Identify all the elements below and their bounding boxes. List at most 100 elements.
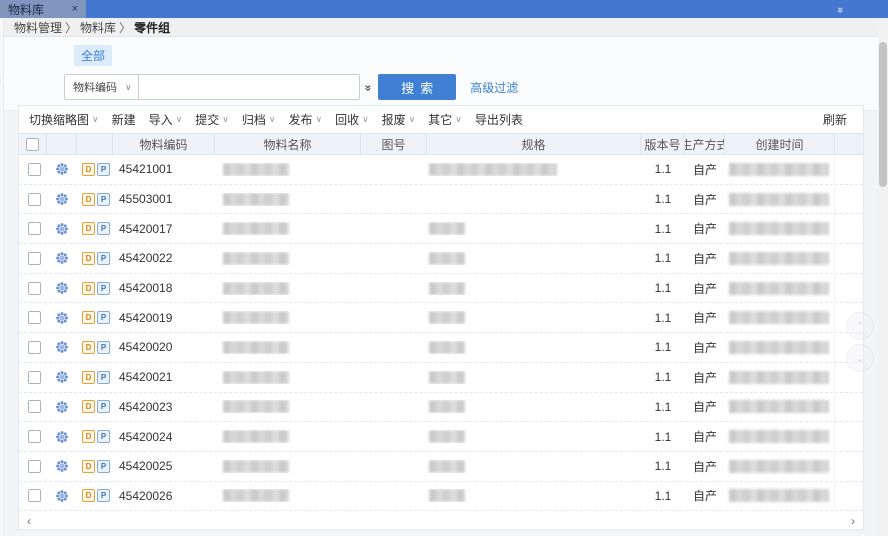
part-p-icon[interactable]: P	[97, 193, 110, 206]
breadcrumb-item-material-library[interactable]: 物料库	[80, 19, 116, 36]
table-row[interactable]: D P 45503001 1.1 自产	[19, 185, 863, 215]
table-row[interactable]: D P 45420023 1.1 自产	[19, 393, 863, 423]
column-header-material-name[interactable]: 物料名称	[215, 134, 361, 154]
advanced-filter-link[interactable]: 高级过滤	[470, 79, 518, 96]
breadcrumb-item-material-management[interactable]: 物料管理	[14, 19, 62, 36]
gear-icon[interactable]	[55, 459, 69, 473]
gear-icon[interactable]	[55, 192, 69, 206]
table-row[interactable]: D P 45420021 1.1 自产	[19, 363, 863, 393]
part-p-icon[interactable]: P	[97, 252, 110, 265]
column-header-drawing-no[interactable]: 图号	[361, 134, 427, 154]
table-row[interactable]: D P 45420019 1.1 自产	[19, 303, 863, 333]
table-row[interactable]: D P 45420018 1.1 自产	[19, 274, 863, 304]
toolbar-item-publish[interactable]: 发布 ∨	[288, 111, 322, 128]
search-expand-toggle[interactable]: »	[361, 85, 375, 90]
search-button[interactable]: 搜索	[378, 74, 456, 100]
toolbar-item-recycle[interactable]: 回收 ∨	[335, 111, 369, 128]
row-checkbox[interactable]	[28, 193, 41, 206]
toolbar-item-archive[interactable]: 归档 ∨	[242, 111, 276, 128]
horizontal-scrollbar[interactable]: ‹ ›	[19, 514, 863, 527]
part-p-icon[interactable]: P	[97, 311, 110, 324]
column-header-material-code[interactable]: 物料编码	[113, 134, 215, 154]
part-p-icon[interactable]: P	[97, 489, 110, 502]
scope-chip-all[interactable]: 全部	[74, 45, 112, 66]
document-d-icon[interactable]: D	[82, 400, 95, 413]
gear-icon[interactable]	[55, 400, 69, 414]
document-d-icon[interactable]: D	[82, 341, 95, 354]
vertical-scrollbar[interactable]	[878, 18, 888, 536]
part-p-icon[interactable]: P	[97, 400, 110, 413]
gear-icon[interactable]	[55, 162, 69, 176]
tabbar-collapse-button[interactable]: »	[838, 0, 842, 18]
document-d-icon[interactable]: D	[82, 489, 95, 502]
row-checkbox[interactable]	[28, 222, 41, 235]
toolbar-item-submit[interactable]: 提交 ∨	[195, 111, 229, 128]
row-checkbox[interactable]	[28, 252, 41, 265]
document-d-icon[interactable]: D	[82, 222, 95, 235]
part-p-icon[interactable]: P	[97, 163, 110, 176]
document-d-icon[interactable]: D	[82, 371, 95, 384]
gear-icon[interactable]	[55, 430, 69, 444]
table-row[interactable]: D P 45420020 1.1 自产	[19, 333, 863, 363]
row-checkbox[interactable]	[28, 341, 41, 354]
scroll-right-arrow-icon[interactable]: ›	[847, 515, 859, 527]
table-row[interactable]: D P 45421001 1.1 自产	[19, 155, 863, 185]
search-input[interactable]	[138, 74, 360, 100]
row-checkbox[interactable]	[28, 489, 41, 502]
gear-icon[interactable]	[55, 311, 69, 325]
toolbar-item-export-list[interactable]: 导出列表	[475, 111, 523, 128]
float-button-top[interactable]: ⌃	[846, 312, 874, 340]
search-field-select[interactable]: 物料编码 ∨	[64, 74, 138, 100]
part-p-icon[interactable]: P	[97, 460, 110, 473]
part-p-icon[interactable]: P	[97, 341, 110, 354]
document-d-icon[interactable]: D	[82, 252, 95, 265]
row-checkbox[interactable]	[28, 430, 41, 443]
toolbar-item-toggle-thumbnail[interactable]: 切换缩略图 ∨	[29, 111, 99, 128]
toolbar-item-other[interactable]: 其它 ∨	[428, 111, 462, 128]
toolbar-item-scrap[interactable]: 报废 ∨	[382, 111, 416, 128]
select-all-checkbox[interactable]	[26, 138, 39, 151]
refresh-button[interactable]: 刷新	[823, 111, 847, 128]
part-p-icon[interactable]: P	[97, 430, 110, 443]
scroll-left-arrow-icon[interactable]: ‹	[23, 515, 35, 527]
toolbar-item-new[interactable]: 新建	[112, 111, 136, 128]
toolbar-item-import[interactable]: 导入 ∨	[149, 111, 183, 128]
column-header-specification[interactable]: 规格	[427, 134, 641, 154]
row-checkbox[interactable]	[28, 311, 41, 324]
gear-icon[interactable]	[55, 340, 69, 354]
column-header-production-method[interactable]: 生产方式	[685, 134, 725, 154]
vscroll-thumb[interactable]	[879, 42, 887, 187]
row-checkbox[interactable]	[28, 400, 41, 413]
column-header-created-time[interactable]: 创建时间	[725, 134, 835, 154]
row-checkbox[interactable]	[28, 460, 41, 473]
document-d-icon[interactable]: D	[82, 163, 95, 176]
table-row[interactable]: D P 45420024 1.1 自产	[19, 422, 863, 452]
gear-icon[interactable]	[55, 370, 69, 384]
row-checkbox[interactable]	[28, 282, 41, 295]
table-row[interactable]: D P 45420026 1.1 自产	[19, 482, 863, 512]
part-p-icon[interactable]: P	[97, 282, 110, 295]
gear-icon[interactable]	[55, 251, 69, 265]
float-button-bottom[interactable]: ⌄	[846, 344, 874, 372]
column-header-version[interactable]: 版本号	[641, 134, 685, 154]
document-d-icon[interactable]: D	[82, 311, 95, 324]
gear-icon[interactable]	[55, 281, 69, 295]
document-d-icon[interactable]: D	[82, 430, 95, 443]
part-p-icon[interactable]: P	[97, 222, 110, 235]
breadcrumb-item-part-group[interactable]: 零件组	[134, 19, 170, 36]
row-checkbox[interactable]	[28, 163, 41, 176]
material-code: 45420018	[113, 281, 172, 295]
table-row[interactable]: D P 45420017 1.1 自产	[19, 214, 863, 244]
gear-icon[interactable]	[55, 489, 69, 503]
row-checkbox[interactable]	[28, 371, 41, 384]
tab-material-library[interactable]: 物料库 ×	[0, 0, 86, 18]
gear-icon[interactable]	[55, 222, 69, 236]
table-row[interactable]: D P 45420022 1.1 自产	[19, 244, 863, 274]
document-d-icon[interactable]: D	[82, 282, 95, 295]
document-d-icon[interactable]: D	[82, 193, 95, 206]
tab-close-icon[interactable]: ×	[72, 4, 78, 15]
table-row[interactable]: D P 45420025 1.1 自产	[19, 452, 863, 482]
collapsed-left-panel[interactable]: ‹	[0, 18, 4, 536]
document-d-icon[interactable]: D	[82, 460, 95, 473]
part-p-icon[interactable]: P	[97, 371, 110, 384]
